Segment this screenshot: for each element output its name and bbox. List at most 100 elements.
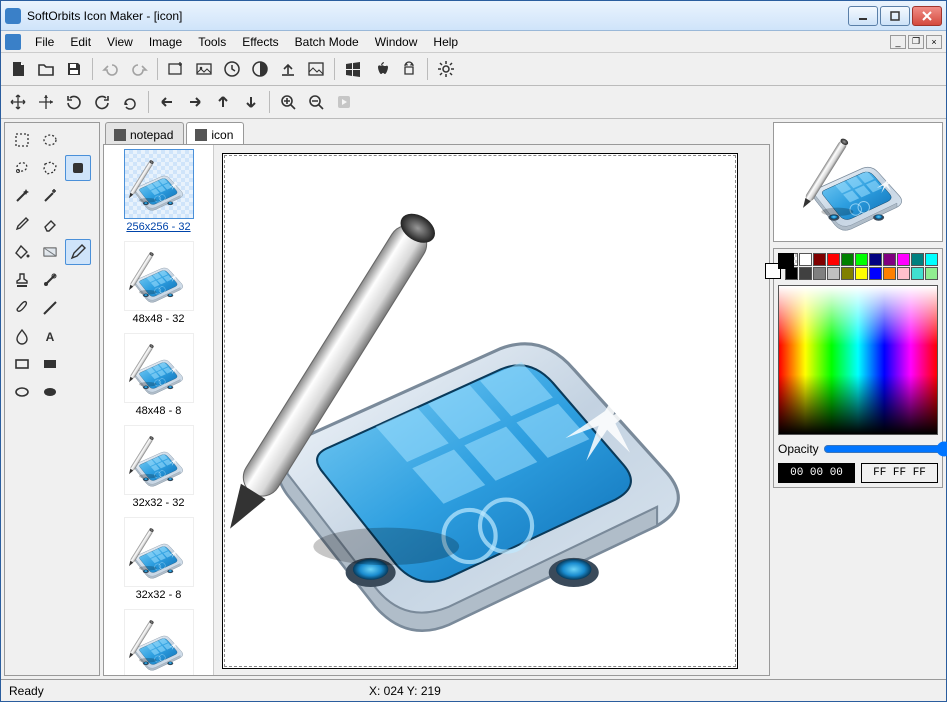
minimize-button[interactable] <box>848 6 878 26</box>
text-icon[interactable]: A <box>37 323 63 349</box>
pointer-icon[interactable] <box>33 89 59 115</box>
mdi-minimize-button[interactable]: _ <box>890 35 906 49</box>
select-ellipse-icon[interactable] <box>37 127 63 153</box>
move-icon[interactable] <box>5 89 31 115</box>
gradient-icon[interactable] <box>37 239 63 265</box>
color-swatch[interactable] <box>855 253 868 266</box>
foreground-color-value[interactable]: 00 00 00 <box>778 463 855 483</box>
menu-help[interactable]: Help <box>425 33 466 51</box>
wand-icon[interactable] <box>9 183 35 209</box>
color-swatch[interactable] <box>883 267 896 280</box>
fg-bg-swatch[interactable] <box>778 253 781 279</box>
thumbnail-item[interactable] <box>108 609 209 675</box>
replace-color-icon[interactable] <box>37 267 63 293</box>
save-icon[interactable] <box>61 56 87 82</box>
thumbnail-list[interactable]: 256x256 - 3248x48 - 3248x48 - 832x32 - 3… <box>104 145 214 675</box>
lasso-icon[interactable] <box>9 155 35 181</box>
swatch-white[interactable] <box>799 253 812 266</box>
color-swatch[interactable] <box>897 253 910 266</box>
color-swatch[interactable] <box>869 267 882 280</box>
rect-outline-icon[interactable] <box>9 351 35 377</box>
color-swatch[interactable] <box>827 267 840 280</box>
windows-icon[interactable] <box>340 56 366 82</box>
gear-icon[interactable] <box>433 56 459 82</box>
mdi-restore-button[interactable]: ❐ <box>908 35 924 49</box>
thumbnail-item[interactable]: 256x256 - 32 <box>108 149 209 233</box>
thumbnail-item[interactable]: 32x32 - 8 <box>108 517 209 601</box>
arrow-left-icon[interactable] <box>154 89 180 115</box>
menu-view[interactable]: View <box>99 33 141 51</box>
opacity-slider[interactable] <box>823 441 947 457</box>
canvas-area[interactable] <box>214 145 769 675</box>
zoom-in-icon[interactable] <box>275 89 301 115</box>
menu-batch-mode[interactable]: Batch Mode <box>287 33 367 51</box>
color-swatch[interactable] <box>911 253 924 266</box>
menu-window[interactable]: Window <box>367 33 426 51</box>
maximize-button[interactable] <box>880 6 910 26</box>
contrast-icon[interactable] <box>247 56 273 82</box>
app-menu-icon[interactable] <box>5 34 21 50</box>
tab-notepad[interactable]: notepad <box>105 122 184 144</box>
apple-icon[interactable] <box>368 56 394 82</box>
color-swatch[interactable] <box>827 253 840 266</box>
image-icon[interactable] <box>191 56 217 82</box>
menu-edit[interactable]: Edit <box>62 33 99 51</box>
android-icon[interactable] <box>396 56 422 82</box>
bucket-icon[interactable] <box>9 239 35 265</box>
menu-effects[interactable]: Effects <box>234 33 286 51</box>
arrow-down-icon[interactable] <box>238 89 264 115</box>
rotate-ccw-icon[interactable] <box>61 89 87 115</box>
color-swatch[interactable] <box>869 253 882 266</box>
image-add-icon[interactable] <box>163 56 189 82</box>
thumbnail-item[interactable]: 48x48 - 32 <box>108 241 209 325</box>
color-swatch[interactable] <box>897 267 910 280</box>
rotate-cw-icon[interactable] <box>89 89 115 115</box>
upload-icon[interactable] <box>275 56 301 82</box>
clock-icon[interactable] <box>219 56 245 82</box>
ellipse-outline-icon[interactable] <box>9 379 35 405</box>
blur-icon[interactable] <box>9 323 35 349</box>
color-swatch[interactable] <box>841 267 854 280</box>
picture-icon[interactable] <box>303 56 329 82</box>
preview-panel <box>773 122 943 242</box>
zoom-out-icon[interactable] <box>303 89 329 115</box>
menu-tools[interactable]: Tools <box>190 33 234 51</box>
brush-icon[interactable] <box>9 295 35 321</box>
rotate-arb-icon[interactable] <box>117 89 143 115</box>
arrow-up-icon[interactable] <box>210 89 236 115</box>
titlebar[interactable]: SoftOrbits Icon Maker - [icon] <box>1 1 946 31</box>
eyedropper-icon[interactable] <box>9 211 35 237</box>
thumbnail-item[interactable]: 48x48 - 8 <box>108 333 209 417</box>
tab-icon[interactable]: icon <box>186 122 244 144</box>
color-swatch[interactable] <box>813 253 826 266</box>
close-button[interactable] <box>912 6 942 26</box>
lasso-poly-icon[interactable] <box>37 155 63 181</box>
thumbnail-item[interactable]: 32x32 - 32 <box>108 425 209 509</box>
select-rect-icon[interactable] <box>9 127 35 153</box>
color-spectrum[interactable] <box>778 285 938 435</box>
color-swatch[interactable] <box>911 267 924 280</box>
stamp-icon[interactable] <box>9 267 35 293</box>
rect-fill-icon[interactable] <box>37 351 63 377</box>
background-color-value[interactable]: FF FF FF <box>861 463 938 483</box>
new-icon[interactable] <box>5 56 31 82</box>
canvas[interactable] <box>224 155 736 667</box>
open-icon[interactable] <box>33 56 59 82</box>
wand-plus-icon[interactable] <box>37 183 63 209</box>
color-swatch[interactable] <box>925 267 938 280</box>
color-select-icon[interactable] <box>65 155 91 181</box>
color-swatch[interactable] <box>841 253 854 266</box>
pencil-icon[interactable] <box>65 239 91 265</box>
ellipse-fill-icon[interactable] <box>37 379 63 405</box>
color-swatch[interactable] <box>883 253 896 266</box>
menu-image[interactable]: Image <box>141 33 190 51</box>
color-swatch[interactable] <box>925 253 938 266</box>
arrow-right-icon[interactable] <box>182 89 208 115</box>
eraser-icon[interactable] <box>37 211 63 237</box>
mdi-close-button[interactable]: × <box>926 35 942 49</box>
line-icon[interactable] <box>37 295 63 321</box>
color-swatch[interactable] <box>855 267 868 280</box>
swatch-darkgray[interactable] <box>799 267 812 280</box>
color-swatch[interactable] <box>813 267 826 280</box>
menu-file[interactable]: File <box>27 33 62 51</box>
